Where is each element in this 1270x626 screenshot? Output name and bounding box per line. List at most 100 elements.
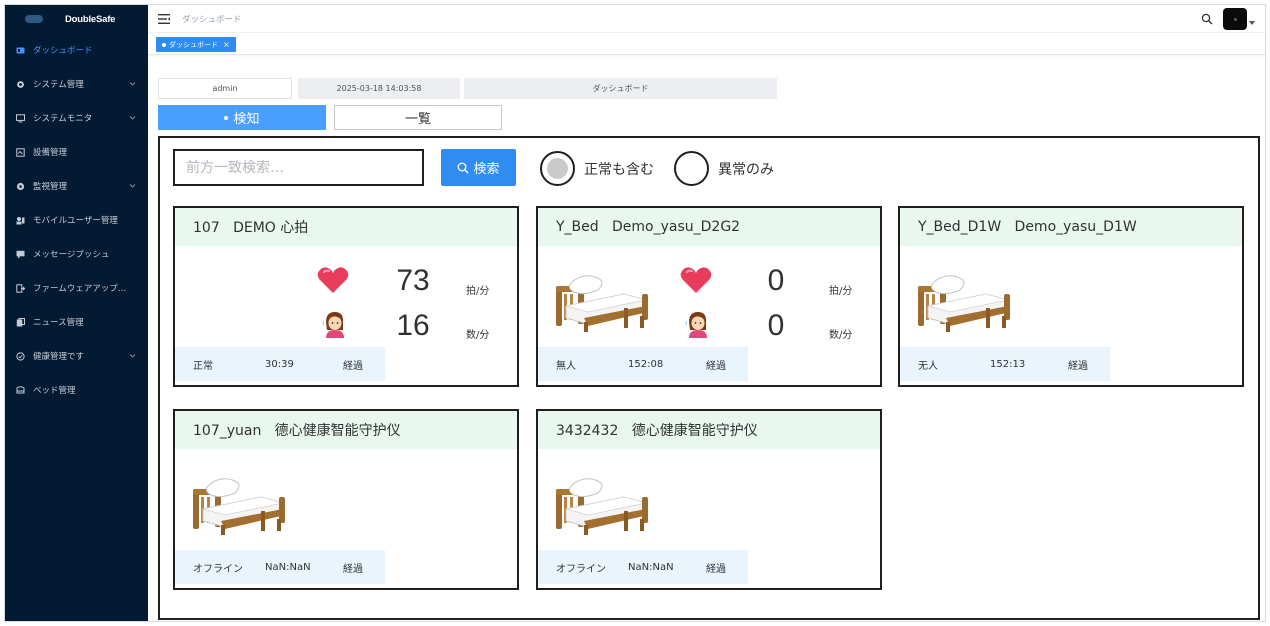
- logo[interactable]: DoubleSafe: [5, 5, 148, 33]
- watch-icon: [15, 181, 25, 191]
- device-card[interactable]: Y_Bed Demo_yasu_D2G2 0 拍/分 0 数/分 無人 152:08 経過: [536, 206, 882, 387]
- info-datetime: 2025-03-18 14:03:58: [298, 78, 460, 99]
- avatar-dot-icon: [1233, 17, 1237, 21]
- radio-include-normal[interactable]: 正常も含む: [540, 150, 654, 187]
- elapsed-label: 経過: [706, 563, 726, 575]
- sidebar-item-label: メッセージプッシュ: [33, 250, 110, 260]
- breath-rate-unit: 数/分: [466, 330, 490, 341]
- monitor-panel: 検索 正常も含む 異常のみ 107 DEMO 心拍 73 拍/分 16 数/分正常 30…: [158, 136, 1260, 620]
- info-page-title: ダッシュボード: [464, 78, 777, 99]
- bed-icon: [556, 275, 648, 332]
- monitor-icon: [15, 113, 25, 123]
- status-text: オフライン: [193, 563, 243, 575]
- sidebar-item-label: ダッシュボード: [33, 46, 93, 56]
- radio-include-normal-label: 正常も含む: [584, 161, 654, 178]
- sidebar-item-label: システムモニタ: [33, 114, 93, 124]
- info-user: admin: [158, 78, 292, 99]
- elapsed-time: 152:13: [990, 358, 1026, 370]
- device-card[interactable]: Y_Bed_D1W Demo_yasu_D1W 无人 152:13 経過: [898, 206, 1244, 387]
- elapsed-time: 152:08: [628, 358, 664, 370]
- breathing-person-icon: [685, 312, 707, 338]
- card-status-bar: 無人 152:08 経過: [538, 347, 748, 381]
- avatar[interactable]: [1223, 8, 1247, 30]
- bed-icon: [556, 478, 648, 535]
- card-title: 3432432 德心健康智能守护仪: [538, 411, 880, 449]
- breath-rate-value: 16: [396, 309, 430, 342]
- status-text: 无人: [918, 360, 938, 372]
- tab-list-label: 一覧: [404, 112, 431, 127]
- sidebar-item[interactable]: メッセージプッシュ: [5, 237, 148, 271]
- heart-rate-unit: 拍/分: [466, 286, 490, 297]
- sidebar-menu: ダッシュボード システム管理 システムモニタ 設備管理監視管理モバイルユーザー管理 メッ…: [5, 33, 148, 407]
- card-title: Y_Bed_D1W Demo_yasu_D1W: [900, 208, 1242, 246]
- sidebar-item[interactable]: ファームウェアアップ…: [5, 271, 148, 305]
- breath-rate-unit: 数/分: [829, 330, 853, 341]
- chevron-down-icon: [129, 354, 136, 358]
- device-icon: [15, 147, 25, 157]
- chevron-down-icon: [129, 184, 136, 188]
- bed-icon: [193, 478, 285, 535]
- elapsed-label: 経過: [1068, 360, 1088, 372]
- sidebar-item[interactable]: 監視管理: [5, 169, 148, 203]
- close-icon[interactable]: ×: [223, 40, 230, 49]
- elapsed-label: 経過: [343, 360, 363, 372]
- health-icon: [15, 351, 25, 361]
- topbar: ダッシュボード: [148, 5, 1265, 33]
- breadcrumb[interactable]: ダッシュボード: [182, 13, 242, 25]
- sidebar-item[interactable]: 設備管理: [5, 135, 148, 169]
- heart-rate-unit: 拍/分: [829, 286, 853, 297]
- bed-icon: [918, 275, 1010, 332]
- heart-rate-value: 0: [767, 264, 785, 297]
- heart-icon: [680, 267, 712, 293]
- sidebar: DoubleSafe ダッシュボード システム管理 システムモニタ 設備管理監視管理モ…: [5, 5, 148, 621]
- search-icon[interactable]: [1201, 13, 1213, 25]
- chevron-down-icon[interactable]: [1249, 21, 1255, 25]
- sidebar-item-label: ニュース管理: [33, 318, 84, 328]
- device-card[interactable]: 107_yuan 德心健康智能守护仪 オフライン NaN:NaN 経過: [173, 409, 519, 590]
- radio-abnormal-only[interactable]: 異常のみ: [674, 150, 774, 187]
- radio-abnormal-only-label: 異常のみ: [718, 161, 774, 178]
- news-icon: [15, 317, 25, 327]
- radio-unchecked-icon: [674, 151, 709, 186]
- app-name: DoubleSafe: [65, 13, 116, 25]
- gear-icon: [15, 79, 25, 89]
- tag-dashboard[interactable]: ダッシュボード ×: [156, 37, 236, 52]
- sidebar-item-label: 健康管理です: [33, 352, 85, 362]
- elapsed-time: 30:39: [265, 358, 294, 370]
- sidebar-item-label: 設備管理: [33, 148, 68, 158]
- search-input[interactable]: [173, 149, 424, 186]
- tab-list[interactable]: 一覧: [334, 105, 502, 130]
- sidebar-item[interactable]: システム管理: [5, 67, 148, 101]
- status-text: 無人: [556, 360, 576, 372]
- sidebar-item-label: システム管理: [33, 80, 84, 90]
- mobile-user-icon: [15, 215, 25, 225]
- tab-detect[interactable]: 検知: [158, 105, 326, 130]
- sidebar-item[interactable]: システムモニタ: [5, 101, 148, 135]
- sidebar-item[interactable]: モバイルユーザー管理: [5, 203, 148, 237]
- sidebar-item-label: モバイルユーザー管理: [33, 216, 118, 226]
- app-window: DoubleSafe ダッシュボード システム管理 システムモニタ 設備管理 監視管理モ…: [4, 4, 1266, 622]
- elapsed-label: 経過: [343, 563, 363, 575]
- sidebar-item[interactable]: ダッシュボード: [5, 33, 148, 67]
- hamburger-icon[interactable]: [158, 13, 170, 24]
- bed-manage-icon: [15, 385, 25, 395]
- card-title: 107_yuan 德心健康智能守护仪: [175, 411, 517, 449]
- sidebar-item[interactable]: 健康管理です: [5, 339, 148, 373]
- elapsed-time: NaN:NaN: [265, 561, 311, 573]
- elapsed-label: 経過: [706, 360, 726, 372]
- device-card[interactable]: 3432432 德心健康智能守护仪 オフライン NaN:NaN 経過: [536, 409, 882, 590]
- card-title: 107 DEMO 心拍: [175, 208, 517, 246]
- sidebar-item[interactable]: ベッド管理: [5, 373, 148, 407]
- chevron-down-icon: [129, 116, 136, 120]
- status-text: 正常: [193, 360, 213, 372]
- sidebar-item-label: ファームウェアアップ…: [33, 284, 127, 294]
- sidebar-item-label: 監視管理: [33, 182, 68, 192]
- sidebar-item[interactable]: ニュース管理: [5, 305, 148, 339]
- card-status-bar: オフライン NaN:NaN 経過: [175, 550, 385, 584]
- card-title: Y_Bed Demo_yasu_D2G2: [538, 208, 880, 246]
- search-button[interactable]: 検索: [441, 149, 516, 186]
- status-text: オフライン: [556, 563, 606, 575]
- tags-view: ダッシュボード ×: [148, 33, 1265, 55]
- heart-rate-value: 73: [396, 264, 430, 297]
- device-card[interactable]: 107 DEMO 心拍 73 拍/分 16 数/分正常 30:39 経過: [173, 206, 519, 387]
